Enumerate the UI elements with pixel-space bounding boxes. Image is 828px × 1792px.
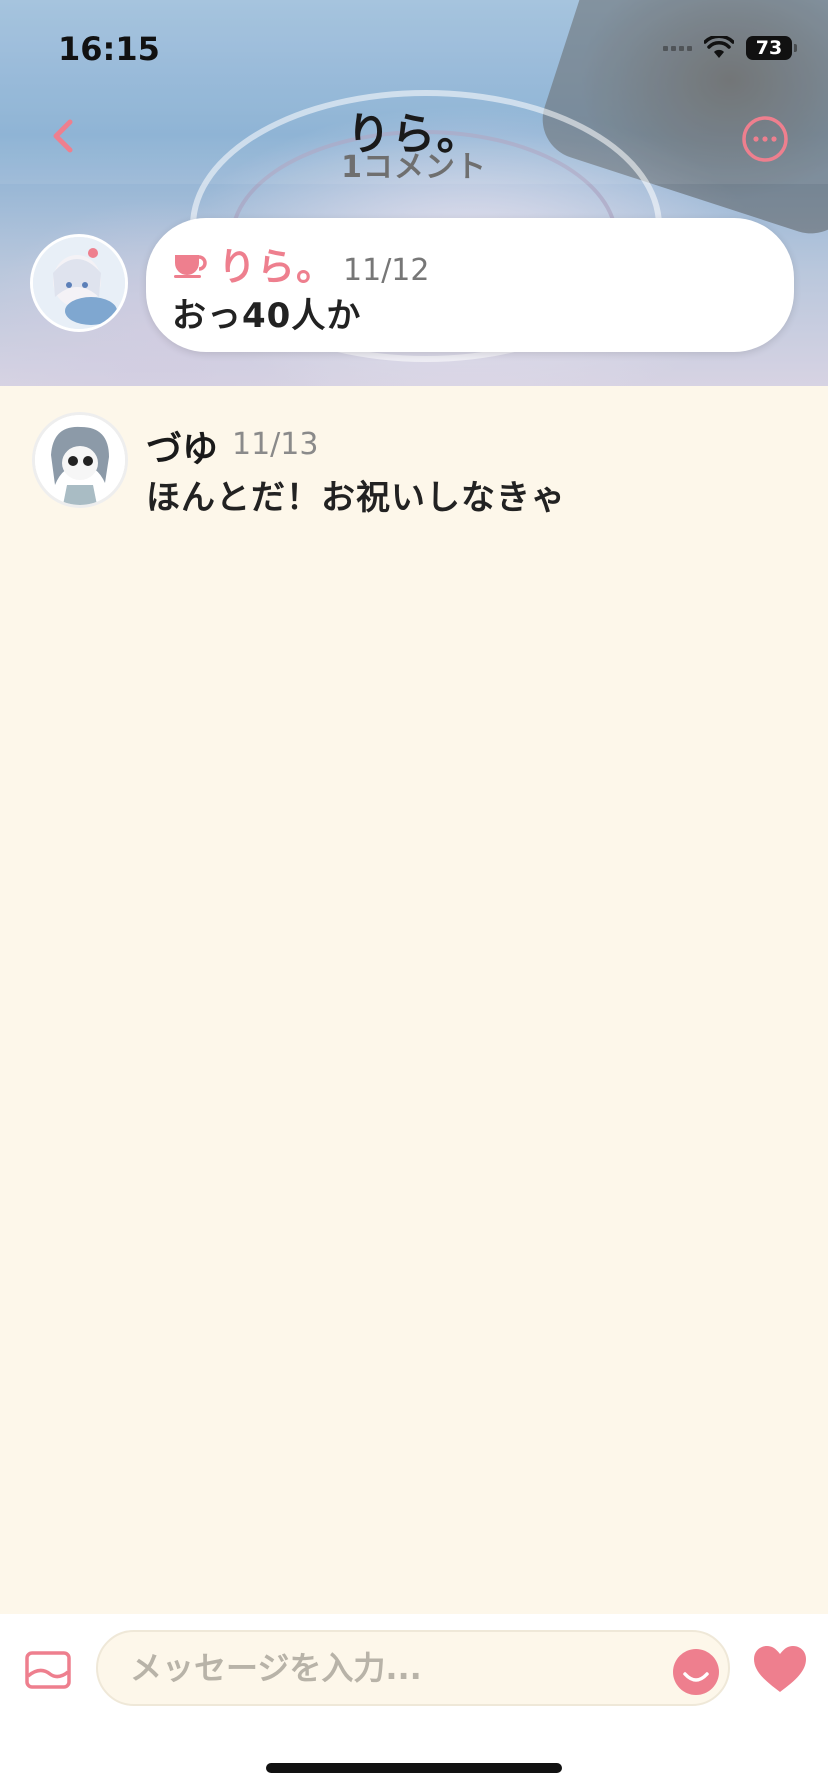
home-indicator (266, 1763, 562, 1773)
post-author-avatar[interactable] (30, 234, 128, 332)
post-bubble[interactable]: りら。 11/12 おっ40人か (146, 218, 794, 352)
comment-count: 1コメント (341, 150, 487, 185)
reply-date: 11/13 (232, 427, 319, 462)
battery-indicator: 73 (746, 36, 797, 60)
post-text: おっ40人か (172, 296, 362, 336)
post-author-name[interactable]: りら。 (218, 236, 335, 291)
avatar-illustration (35, 415, 125, 505)
cup-icon (174, 254, 207, 278)
wifi-icon (704, 36, 734, 58)
message-input[interactable] (96, 1630, 730, 1706)
post-date: 11/12 (343, 253, 430, 288)
cellular-signal-icon (663, 45, 692, 51)
nav-bar: りら。 1コメント (0, 94, 828, 185)
like-button[interactable] (752, 1644, 808, 1694)
image-icon (25, 1651, 71, 1689)
status-time: 16:15 (58, 30, 160, 68)
emoji-button[interactable] (672, 1648, 720, 1696)
smile-icon (673, 1649, 719, 1695)
avatar-illustration (33, 237, 125, 329)
status-indicators: 73 (663, 36, 797, 60)
reply-author-avatar[interactable] (32, 412, 128, 508)
heart-icon (754, 1646, 806, 1692)
reply-text: ほんとだ！お祝いしなきゃ (146, 478, 566, 518)
reply-author-name[interactable]: づゆ (146, 420, 218, 472)
more-horizontal-icon (742, 116, 788, 162)
more-options-button[interactable] (740, 114, 790, 164)
post-meta: りら。 11/12 (172, 236, 429, 291)
attach-image-button[interactable] (24, 1650, 72, 1690)
